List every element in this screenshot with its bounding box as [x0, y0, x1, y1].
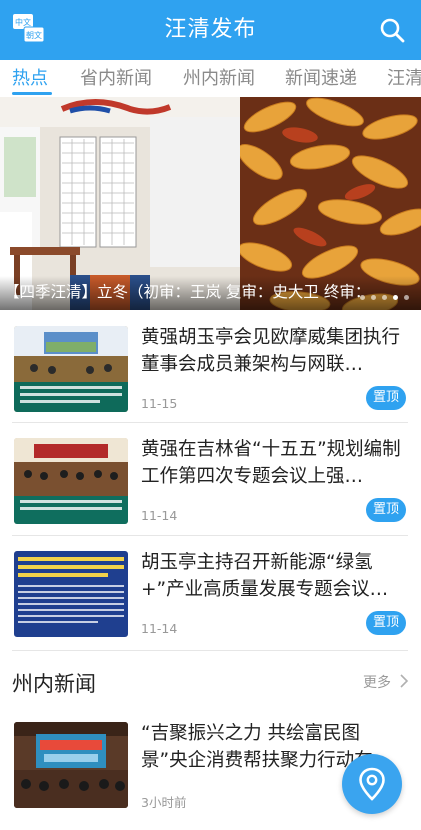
news-date: 11-14 [141, 508, 178, 523]
tab-wangqing[interactable]: 汪清 [387, 64, 421, 90]
tab-news-express[interactable]: 新闻速递 [285, 64, 357, 90]
news-headline: 黄强在吉林省“十五五”规划编制工作第四次专题会议上强… [141, 439, 401, 487]
section-title: 州内新闻 [12, 672, 96, 696]
banner-carousel[interactable]: 【四季汪清】立冬（初审：王岚 复审：史大卫 终审： [0, 97, 421, 310]
category-tabs: 热点 省内新闻 州内新闻 新闻速递 汪清 [0, 60, 421, 96]
carousel-dot [404, 295, 409, 300]
carousel-dot [371, 295, 376, 300]
tab-hot[interactable]: 热点 [12, 64, 48, 90]
carousel-dot [382, 295, 387, 300]
news-thumbnail [14, 438, 128, 524]
news-thumbnail [14, 722, 128, 808]
news-headline: 胡玉亭主持召开新能源“绿氢+”产业高质量发展专题会议… [141, 552, 389, 600]
news-item[interactable]: 胡玉亭主持召开新能源“绿氢+”产业高质量发展专题会议… 11-14 置顶 [12, 535, 408, 647]
news-item[interactable]: 黄强胡玉亭会见欧摩威集团执行董事会成员兼架构与网联… 11-15 置顶 [12, 310, 408, 422]
carousel-dot-active [393, 295, 398, 300]
carousel-dot [360, 295, 365, 300]
search-icon[interactable] [379, 17, 405, 43]
news-thumbnail [14, 551, 128, 637]
news-headline: 黄强胡玉亭会见欧摩威集团执行董事会成员兼架构与网联… [141, 327, 401, 375]
more-link[interactable]: 更多 [363, 672, 391, 692]
chevron-right-icon[interactable] [399, 674, 409, 688]
tab-prefecture-news[interactable]: 州内新闻 [183, 64, 255, 90]
news-date: 11-14 [141, 621, 178, 636]
divider [12, 650, 408, 651]
pinned-badge: 置顶 [366, 498, 406, 522]
news-item[interactable]: 黄强在吉林省“十五五”规划编制工作第四次专题会议上强… 11-14 置顶 [12, 422, 408, 534]
tab-province-news[interactable]: 省内新闻 [80, 64, 152, 90]
carousel-indicator [354, 285, 409, 304]
top-bar: 中文 朝文 汪清发布 [0, 0, 421, 60]
news-time: 3小时前 [141, 795, 187, 810]
news-thumbnail [14, 326, 128, 412]
section-header: 州内新闻 更多 [0, 660, 421, 706]
location-pin-icon [359, 767, 385, 801]
active-tab-indicator [12, 92, 52, 95]
app-title: 汪清发布 [164, 17, 257, 42]
location-fab[interactable] [342, 754, 402, 814]
pinned-badge: 置顶 [366, 386, 406, 410]
pinned-badge: 置顶 [366, 611, 406, 635]
news-date: 11-15 [141, 396, 178, 411]
